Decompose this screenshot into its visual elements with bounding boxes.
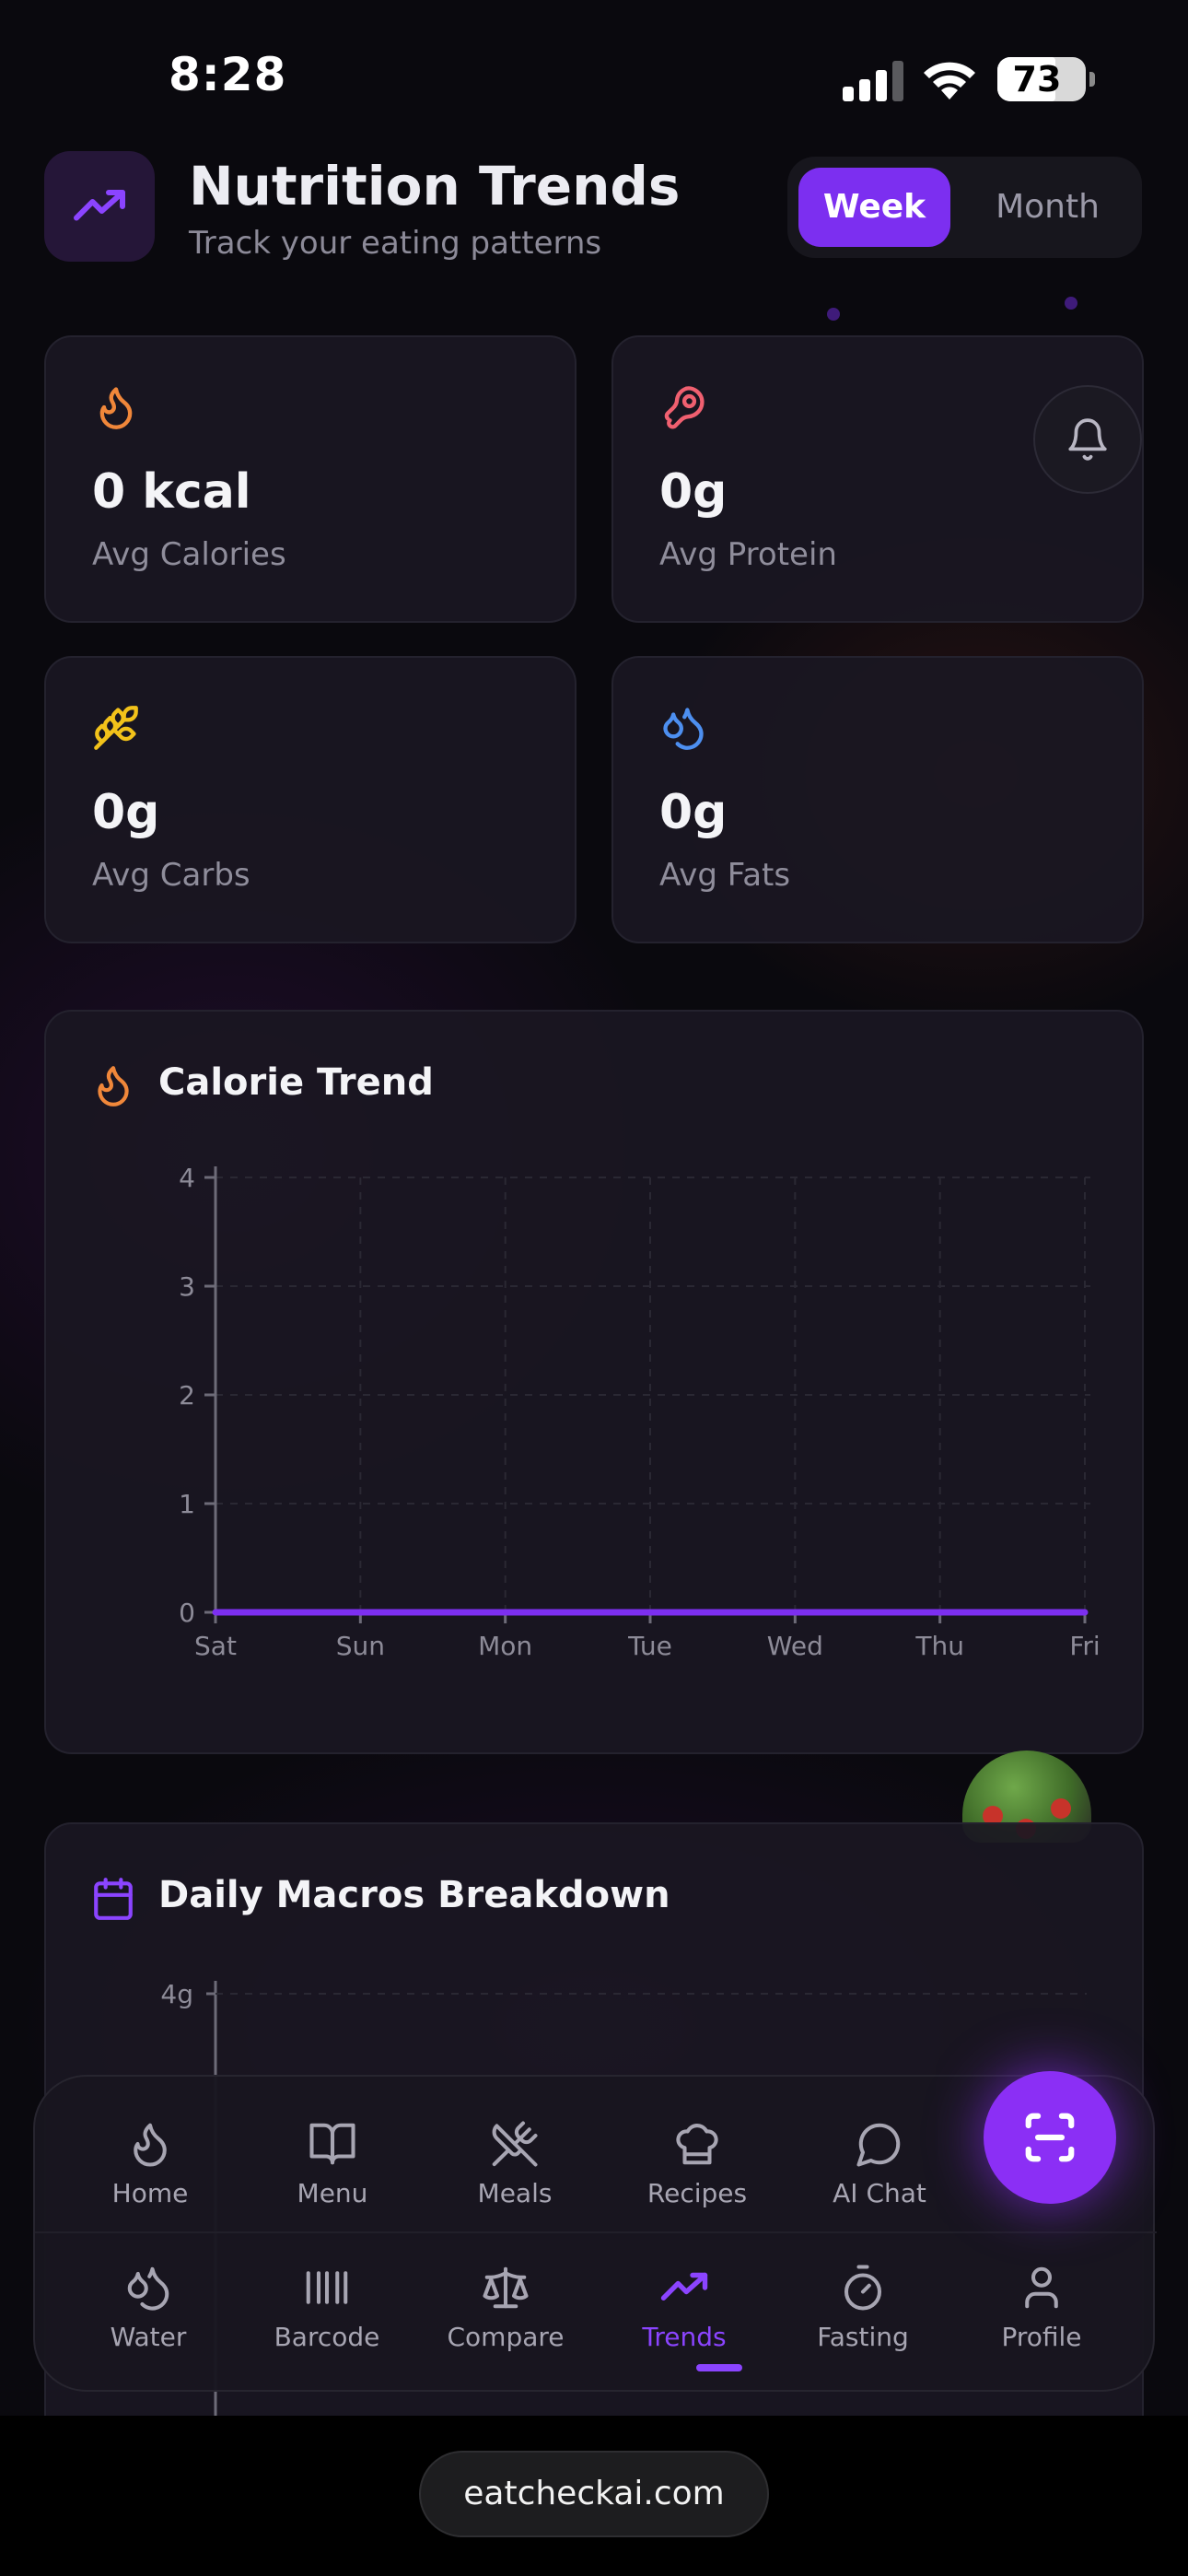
x-tick-label: Sat xyxy=(194,1631,237,1661)
avg-carbs-value: 0g xyxy=(92,785,160,840)
nav-label: AI Chat xyxy=(833,2178,926,2208)
nav-recipes[interactable]: Recipes xyxy=(619,2119,775,2208)
decorative-dot xyxy=(1065,297,1077,310)
calorie-data-point xyxy=(502,1610,508,1615)
nav-label: Barcode xyxy=(274,2322,380,2352)
trending-up-icon xyxy=(74,190,125,221)
page-title: Nutrition Trends xyxy=(189,155,681,217)
nav-barcode[interactable]: Barcode xyxy=(249,2263,405,2352)
macros-y-tick-label: 4g xyxy=(160,1979,193,2009)
timer-icon xyxy=(844,2265,882,2311)
y-tick-label: 0 xyxy=(179,1598,195,1628)
book-icon xyxy=(309,2123,355,2165)
calorie-trend-chart: 0 1 2 3 4 Sat Sun Mon Tue Wed Thu Fri xyxy=(179,1163,1101,1661)
user-icon xyxy=(1025,2266,1058,2309)
nutrition-trends-screen: 8:28 73 Nutrition Trends Track your eati… xyxy=(0,0,1188,2576)
calorie-data-point xyxy=(792,1610,798,1615)
avg-calories-value: 0 kcal xyxy=(92,464,251,520)
nav-label: Recipes xyxy=(646,2178,748,2208)
y-tick-label: 3 xyxy=(179,1271,195,1302)
calorie-data-point xyxy=(647,1610,653,1615)
battery-percent: 73 xyxy=(1012,59,1062,100)
scan-icon xyxy=(1025,2113,1075,2162)
nav-label: Home xyxy=(111,2178,189,2208)
active-tab-indicator xyxy=(696,2364,742,2371)
status-time: 8:28 xyxy=(169,48,287,101)
y-tick-label: 2 xyxy=(179,1380,195,1411)
avg-carbs-label: Avg Carbs xyxy=(92,857,250,894)
avg-protein-label: Avg Protein xyxy=(659,536,837,573)
nav-label: Fasting xyxy=(817,2322,909,2352)
scan-food-button[interactable] xyxy=(984,2071,1116,2204)
nav-label: Meals xyxy=(477,2178,553,2208)
cellular-signal-icon xyxy=(843,61,903,101)
nav-fasting[interactable]: Fasting xyxy=(785,2263,941,2352)
month-toggle-button[interactable]: Month xyxy=(962,168,1133,247)
calorie-data-point xyxy=(937,1610,943,1615)
flame-icon xyxy=(134,2123,167,2167)
stat-card-calories: 0 kcal Avg Calories xyxy=(44,335,577,623)
nav-profile[interactable]: Profile xyxy=(963,2263,1120,2352)
y-tick-label: 4 xyxy=(179,1163,195,1193)
nav-label: Trends xyxy=(642,2322,727,2352)
period-toggle: Week Month xyxy=(787,157,1142,258)
stat-card-fats: 0g Avg Fats xyxy=(611,656,1144,943)
nav-ai-chat[interactable]: AI Chat xyxy=(801,2119,958,2208)
week-toggle-button[interactable]: Week xyxy=(798,168,950,247)
trending-up-icon xyxy=(660,2272,708,2301)
barcode-icon xyxy=(306,2271,348,2304)
page-subtitle: Track your eating patterns xyxy=(189,225,602,262)
wifi-icon xyxy=(924,62,975,100)
wheat-icon xyxy=(94,706,138,750)
avg-protein-value: 0g xyxy=(659,464,728,520)
nav-label: Water xyxy=(110,2322,187,2352)
x-tick-label: Thu xyxy=(914,1631,964,1661)
header-icon-box xyxy=(44,151,155,262)
nav-home[interactable]: Home xyxy=(72,2119,228,2208)
nav-meals[interactable]: Meals xyxy=(437,2119,593,2208)
nav-trends[interactable]: Trends xyxy=(606,2263,763,2352)
chef-hat-icon xyxy=(676,2124,718,2165)
meat-icon xyxy=(664,386,705,429)
calorie-trend-card: Calorie Trend 0 1 2 3 4 Sat Sun Mon Tue Wed Thu Fri xyxy=(44,1010,1144,1754)
droplets-icon xyxy=(663,708,704,750)
nav-label: Menu xyxy=(297,2178,368,2208)
droplets-icon xyxy=(127,2266,169,2311)
x-tick-label: Fri xyxy=(1069,1631,1100,1661)
avg-fats-value: 0g xyxy=(659,785,728,840)
avg-calories-label: Avg Calories xyxy=(92,536,286,573)
calorie-data-point xyxy=(357,1610,364,1615)
decorative-dot xyxy=(827,308,840,321)
x-tick-label: Mon xyxy=(478,1631,532,1661)
y-tick-label: 1 xyxy=(179,1489,195,1519)
x-tick-label: Sun xyxy=(336,1631,385,1661)
utensils-crossed-icon xyxy=(492,2121,538,2167)
scale-icon xyxy=(483,2266,529,2309)
nav-label: Compare xyxy=(447,2322,565,2352)
battery-icon: 73 xyxy=(997,57,1095,101)
calorie-data-point xyxy=(1082,1610,1088,1615)
address-bar[interactable]: eatcheckai.com xyxy=(419,2451,769,2537)
bell-icon xyxy=(1068,418,1107,461)
notifications-button[interactable] xyxy=(1033,385,1142,494)
nav-water[interactable]: Water xyxy=(70,2263,227,2352)
flame-icon xyxy=(99,387,133,429)
avg-fats-label: Avg Fats xyxy=(659,857,791,894)
nav-menu[interactable]: Menu xyxy=(254,2119,411,2208)
x-tick-label: Tue xyxy=(627,1631,672,1661)
stat-card-carbs: 0g Avg Carbs xyxy=(44,656,577,943)
chat-bubble-icon xyxy=(856,2123,901,2167)
x-tick-label: Wed xyxy=(767,1631,823,1661)
calorie-data-point xyxy=(213,1610,218,1615)
nav-compare[interactable]: Compare xyxy=(427,2263,584,2352)
nav-label: Profile xyxy=(1001,2322,1082,2352)
